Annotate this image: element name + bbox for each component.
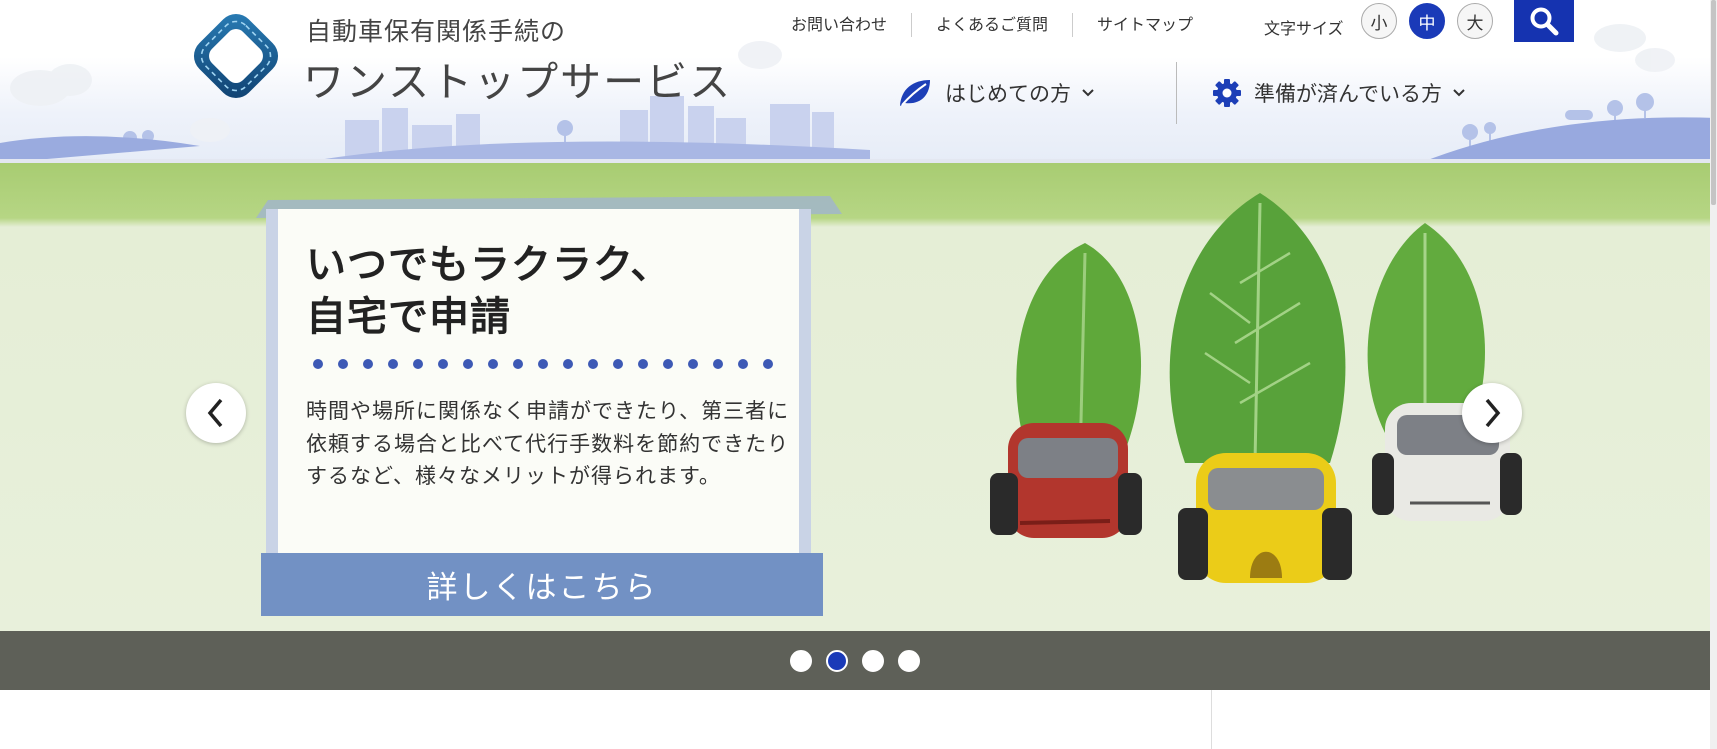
nav-divider xyxy=(1176,62,1177,124)
details-button[interactable]: 詳しくはこちら xyxy=(261,553,823,616)
chevron-right-icon xyxy=(1485,398,1501,428)
slide-image xyxy=(990,193,1522,583)
contact-link[interactable]: お問い合わせ xyxy=(775,13,913,37)
slide-dot-1[interactable] xyxy=(790,649,812,672)
faq-link[interactable]: よくあるご質問 xyxy=(912,13,1074,37)
site-title-line2[interactable]: ワンストップサービス xyxy=(303,48,732,108)
nav-prepared-label: 準備が済んでいる方 xyxy=(1254,82,1442,106)
font-size-medium-button[interactable]: 中 xyxy=(1409,3,1445,39)
content-divider xyxy=(1211,690,1212,749)
hero-slider: いつでもラクラク、 自宅で申請 時間や場所に関係なく申請ができたり、第三者に依頼… xyxy=(0,163,1710,631)
slide-dot-3[interactable] xyxy=(862,649,884,672)
chevron-down-icon xyxy=(1453,89,1465,97)
chevron-down-icon xyxy=(1082,89,1094,97)
red-car xyxy=(990,423,1142,538)
search-button[interactable] xyxy=(1514,0,1574,42)
nav-first-time-label: はじめての方 xyxy=(945,82,1071,106)
slide-body-text: 時間や場所に関係なく申請ができたり、第三者に依頼する場合と比べて代行手数料を節約… xyxy=(306,399,790,488)
next-slide-button[interactable] xyxy=(1462,383,1522,443)
scrollbar-thumb[interactable] xyxy=(1711,0,1716,205)
site-logo-icon[interactable] xyxy=(183,4,289,108)
font-size-label: 文字サイズ xyxy=(1264,19,1344,38)
leaf-icon xyxy=(900,80,930,106)
nav-prepared[interactable]: 準備が済んでいる方 xyxy=(1212,73,1466,113)
site-title-line1[interactable]: 自動車保有関係手続の xyxy=(306,12,566,48)
font-size-large-button[interactable]: 大 xyxy=(1457,3,1493,39)
search-icon xyxy=(1530,7,1559,36)
sitemap-link[interactable]: サイトマップ xyxy=(1073,13,1217,37)
prev-slide-button[interactable] xyxy=(186,383,246,443)
slide-headline: いつでもラクラク、 自宅で申請 xyxy=(306,239,671,343)
site-header: 自動車保有関係手続の ワンストップサービス お問い合わせ よくあるご質問 サイト… xyxy=(0,0,1717,163)
chevron-left-icon xyxy=(207,398,223,428)
gear-icon xyxy=(1213,79,1241,107)
slider-pager xyxy=(0,631,1710,690)
slide-dot-4[interactable] xyxy=(898,649,920,672)
font-size-small-button[interactable]: 小 xyxy=(1361,3,1397,39)
headline-line2: 自宅で申請 xyxy=(306,294,511,340)
slide-dot-2[interactable] xyxy=(826,649,848,672)
utility-nav: お問い合わせ よくあるご質問 サイトマップ xyxy=(775,13,1217,37)
yellow-car xyxy=(1178,453,1352,583)
nav-first-time[interactable]: はじめての方 xyxy=(897,73,1095,113)
dotted-separator xyxy=(313,359,773,369)
headline-line1: いつでもラクラク、 xyxy=(306,242,672,288)
